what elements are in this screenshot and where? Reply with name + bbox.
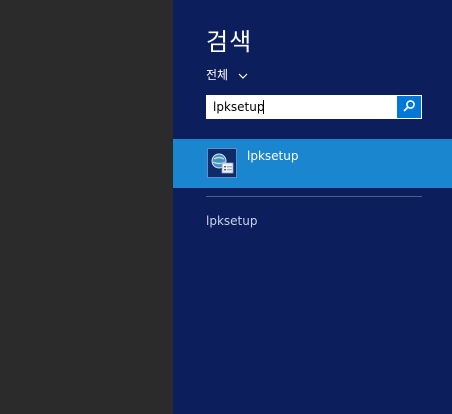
search-result-item[interactable]: lpksetup — [173, 139, 452, 188]
search-input[interactable] — [207, 96, 397, 118]
search-result-label: lpksetup — [247, 149, 299, 163]
search-box — [206, 95, 422, 119]
search-pane-title: 검색 — [206, 28, 253, 56]
search-suggestion[interactable]: lpksetup — [206, 214, 257, 228]
search-scope-label: 전체 — [206, 68, 229, 82]
search-button[interactable] — [397, 96, 421, 118]
settings-app-icon — [207, 148, 237, 178]
search-scope-dropdown[interactable]: 전체 — [206, 66, 248, 83]
search-charm-pane: 검색 전체 lpksetup lpksetup lpksetup — [173, 0, 452, 414]
text-caret — [263, 100, 264, 114]
desktop-background — [0, 0, 173, 414]
chevron-down-icon — [238, 68, 248, 82]
search-icon — [402, 98, 416, 117]
results-divider — [206, 196, 422, 197]
